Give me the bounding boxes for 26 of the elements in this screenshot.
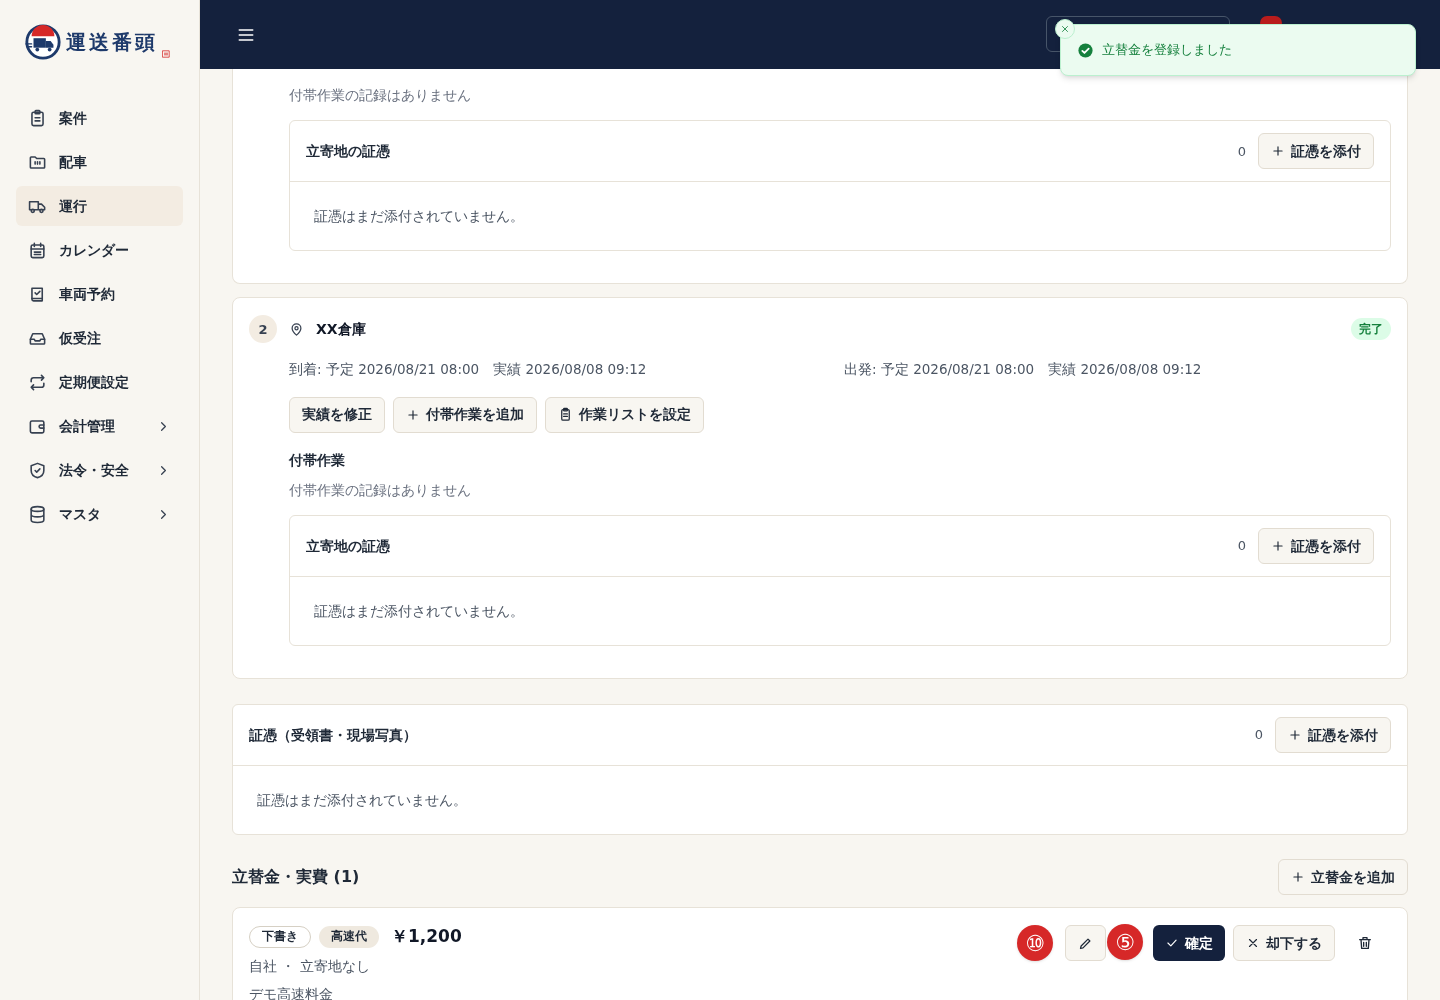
section-heading: 付帯作業 [288, 450, 346, 470]
expense-meta: 自社 ・ 立寄地なし [249, 956, 371, 976]
evidence-count: 0 [1237, 537, 1246, 556]
expense-description: デモ高速料金 [249, 984, 334, 1000]
expense-amount: ￥1,200 [391, 925, 462, 948]
empty-message: 付帯作業の記録はありません [289, 480, 472, 500]
evidence-count: 0 [1237, 142, 1246, 161]
empty-message: 証憑はまだ添付されていません。 [314, 601, 524, 621]
stop-name: XX倉庫 [316, 319, 367, 339]
arrival-time: 到着: 予定 2026/08/21 08:00 実績 2026/08/08 09:12 [289, 360, 648, 380]
evidence-title: 立寄地の証憑 [306, 142, 391, 162]
evidence-title: 証憑（受領書・現場写真） [249, 725, 418, 745]
empty-message: 付帯作業の記録はありません [289, 86, 472, 105]
empty-message: 証憑はまだ添付されていません。 [257, 790, 467, 810]
departure-time: 出発: 予定 2026/08/21 08:00 実績 2026/08/08 09:12 [844, 360, 1202, 380]
category-badge: 高速代 [319, 925, 379, 948]
brand-name: 運送番頭 [66, 29, 158, 56]
section-title: 立替金・実費 (1) [232, 866, 361, 888]
evidence-title: 立寄地の証憑 [306, 536, 391, 556]
toast-message: 立替金を登録しました [1102, 41, 1232, 60]
status-badge: 完了 [1351, 318, 1391, 341]
evidence-count: 0 [1254, 726, 1263, 745]
stop-number: 2 [249, 315, 277, 344]
empty-message: 証憑はまだ添付されていません。 [314, 207, 524, 227]
annotation-marker: ⑩ [1017, 925, 1053, 961]
annotation-marker: ⑤ [1107, 924, 1143, 960]
